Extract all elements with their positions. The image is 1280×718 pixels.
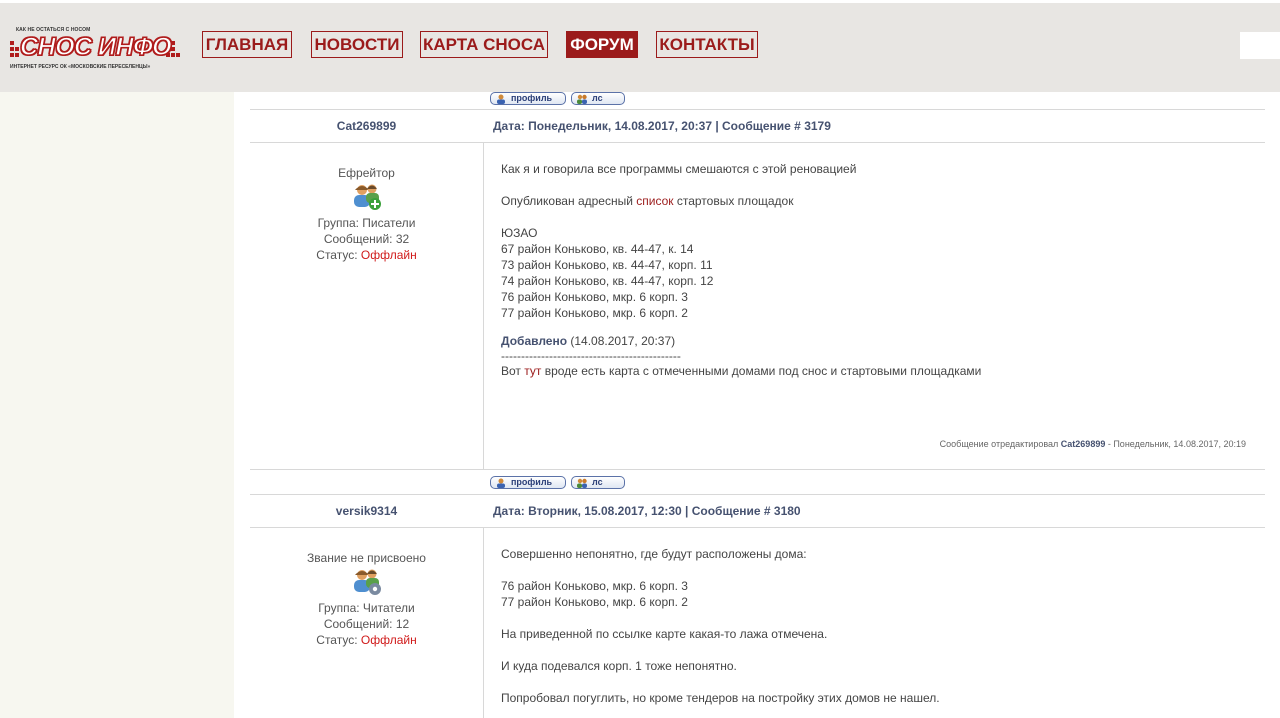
post-body: Совершенно непонятно, где будут располож… [501, 546, 1251, 706]
divider [250, 469, 1265, 470]
pm-button-label: лс [592, 477, 603, 487]
author-messages: Сообщений: 32 [323, 232, 410, 246]
post-text: ЮЗАО [501, 226, 538, 240]
users-icon [577, 94, 587, 104]
added-label: Добавлено [501, 334, 568, 348]
search-input[interactable] [1240, 32, 1280, 59]
edit-note: Сообщение отредактировал Cat269899 - Пон… [620, 439, 1246, 449]
profile-button[interactable]: профиль [490, 476, 566, 489]
author-status: Статус: Оффлайн [250, 632, 483, 648]
post-date-line: Дата: Вторник, 15.08.2017, 12:30 | Сообщ… [493, 504, 801, 518]
site-logo[interactable]: КАК НЕ ОСТАТЬСЯ С НОСОМ СНОС ИНФО ИНТЕРН… [10, 27, 182, 73]
post-text-part: вроде есть карта с отмеченными домами по… [541, 364, 982, 378]
author-group: Группа: Писатели [317, 216, 416, 230]
divider [250, 527, 1265, 528]
column-divider [483, 527, 484, 718]
author-messages: Сообщений: 12 [323, 617, 410, 631]
author-info: Звание не присвоено Группа: Читатели Соо… [250, 550, 483, 648]
post-text-part: стартовых площадок [673, 194, 794, 208]
status-label: Статус: [316, 248, 361, 262]
divider [250, 142, 1265, 143]
divider [250, 109, 1265, 110]
status-value: Оффлайн [360, 633, 417, 647]
address-line: 77 район Коньково, мкр. 6 корп. 2 [501, 306, 688, 320]
list-link[interactable]: список [636, 194, 673, 208]
address-line: 74 район Коньково, кв. 44-47, корп. 12 [501, 274, 714, 288]
address-line: 73 район Коньково, кв. 44-47, корп. 11 [501, 258, 713, 272]
logo-brand: СНОС ИНФО [10, 32, 180, 62]
private-message-button[interactable]: лс [571, 92, 625, 105]
users-icon [577, 478, 587, 488]
author-rank: Ефрейтор [338, 166, 395, 180]
author-rank: Звание не присвоено [307, 551, 426, 565]
added-line: Добавлено (14.08.2017, 20:37) [501, 333, 1251, 349]
nav-news[interactable]: НОВОСТИ [311, 31, 403, 58]
map-link[interactable]: тут [524, 364, 541, 378]
divider [250, 494, 1265, 495]
nav-home[interactable]: ГЛАВНАЯ [202, 31, 292, 58]
edit-note-text: Сообщение отредактировал [939, 439, 1061, 449]
address-line: 76 район Коньково, мкр. 6 корп. 3 [501, 290, 688, 304]
pm-button-label: лс [592, 93, 603, 103]
address-line: 76 район Коньково, мкр. 6 корп. 3 [501, 579, 688, 593]
post-text: Попробовал погуглить, но кроме тендеров … [501, 691, 940, 705]
address-line: 77 район Коньково, мкр. 6 корп. 2 [501, 595, 688, 609]
post-text: Совершенно непонятно, где будут располож… [501, 547, 807, 561]
added-date: (14.08.2017, 20:37) [567, 334, 676, 348]
user-icon [497, 94, 505, 104]
post-text: И куда подевался корп. 1 тоже непонятно. [501, 659, 737, 673]
status-label: Статус: [316, 633, 361, 647]
profile-button-label: профиль [511, 477, 553, 487]
author-info: Ефрейтор Группа: Писатели Сообщений: 32 … [250, 165, 483, 263]
group-settings-icon [353, 569, 381, 595]
profile-button[interactable]: профиль [490, 92, 566, 105]
edit-note-date: - Понедельник, 14.08.2017, 20:19 [1105, 439, 1246, 449]
site-header: КАК НЕ ОСТАТЬСЯ С НОСОМ СНОС ИНФО ИНТЕРН… [0, 3, 1280, 92]
post-text: На приведенной по ссылке карте какая-то … [501, 627, 828, 641]
author-status: Статус: Оффлайн [250, 247, 483, 263]
text-divider: ----------------------------------------… [501, 349, 681, 363]
post-text: Опубликован адресный список стартовых пл… [501, 193, 1251, 209]
status-value: Оффлайн [360, 248, 417, 262]
logo-tagline-bottom: ИНТЕРНЕТ РЕСУРС ОК «МОСКОВСКИЕ ПЕРЕСЕЛЕН… [10, 64, 151, 70]
author-group: Группа: Читатели [318, 601, 415, 615]
logo-brand-text: СНОС ИНФО [19, 32, 172, 61]
post-body: Как я и говорила все программы смешаются… [501, 161, 1251, 379]
column-divider [483, 142, 484, 469]
profile-button-label: профиль [511, 93, 553, 103]
post-author-name[interactable]: Cat269899 [250, 119, 483, 133]
post-text-part: Опубликован адресный [501, 194, 637, 208]
edit-note-author[interactable]: Cat269899 [1061, 439, 1106, 449]
private-message-button[interactable]: лс [571, 476, 625, 489]
post-author-name[interactable]: versik9314 [250, 504, 483, 518]
nav-forum[interactable]: ФОРУМ [566, 31, 638, 58]
group-add-icon [353, 184, 381, 210]
post-text-part: Вот [501, 364, 525, 378]
post-date-line: Дата: Понедельник, 14.08.2017, 20:37 | С… [493, 119, 831, 133]
address-line: 67 район Коньково, кв. 44-47, к. 14 [501, 242, 694, 256]
post-text: Как я и говорила все программы смешаются… [501, 162, 857, 176]
post-text: Вот тут вроде есть карта с отмеченными д… [501, 363, 1251, 379]
user-icon [497, 478, 505, 488]
nav-contacts[interactable]: КОНТАКТЫ [656, 31, 758, 58]
nav-demolition-map[interactable]: КАРТА СНОСА [420, 31, 548, 58]
